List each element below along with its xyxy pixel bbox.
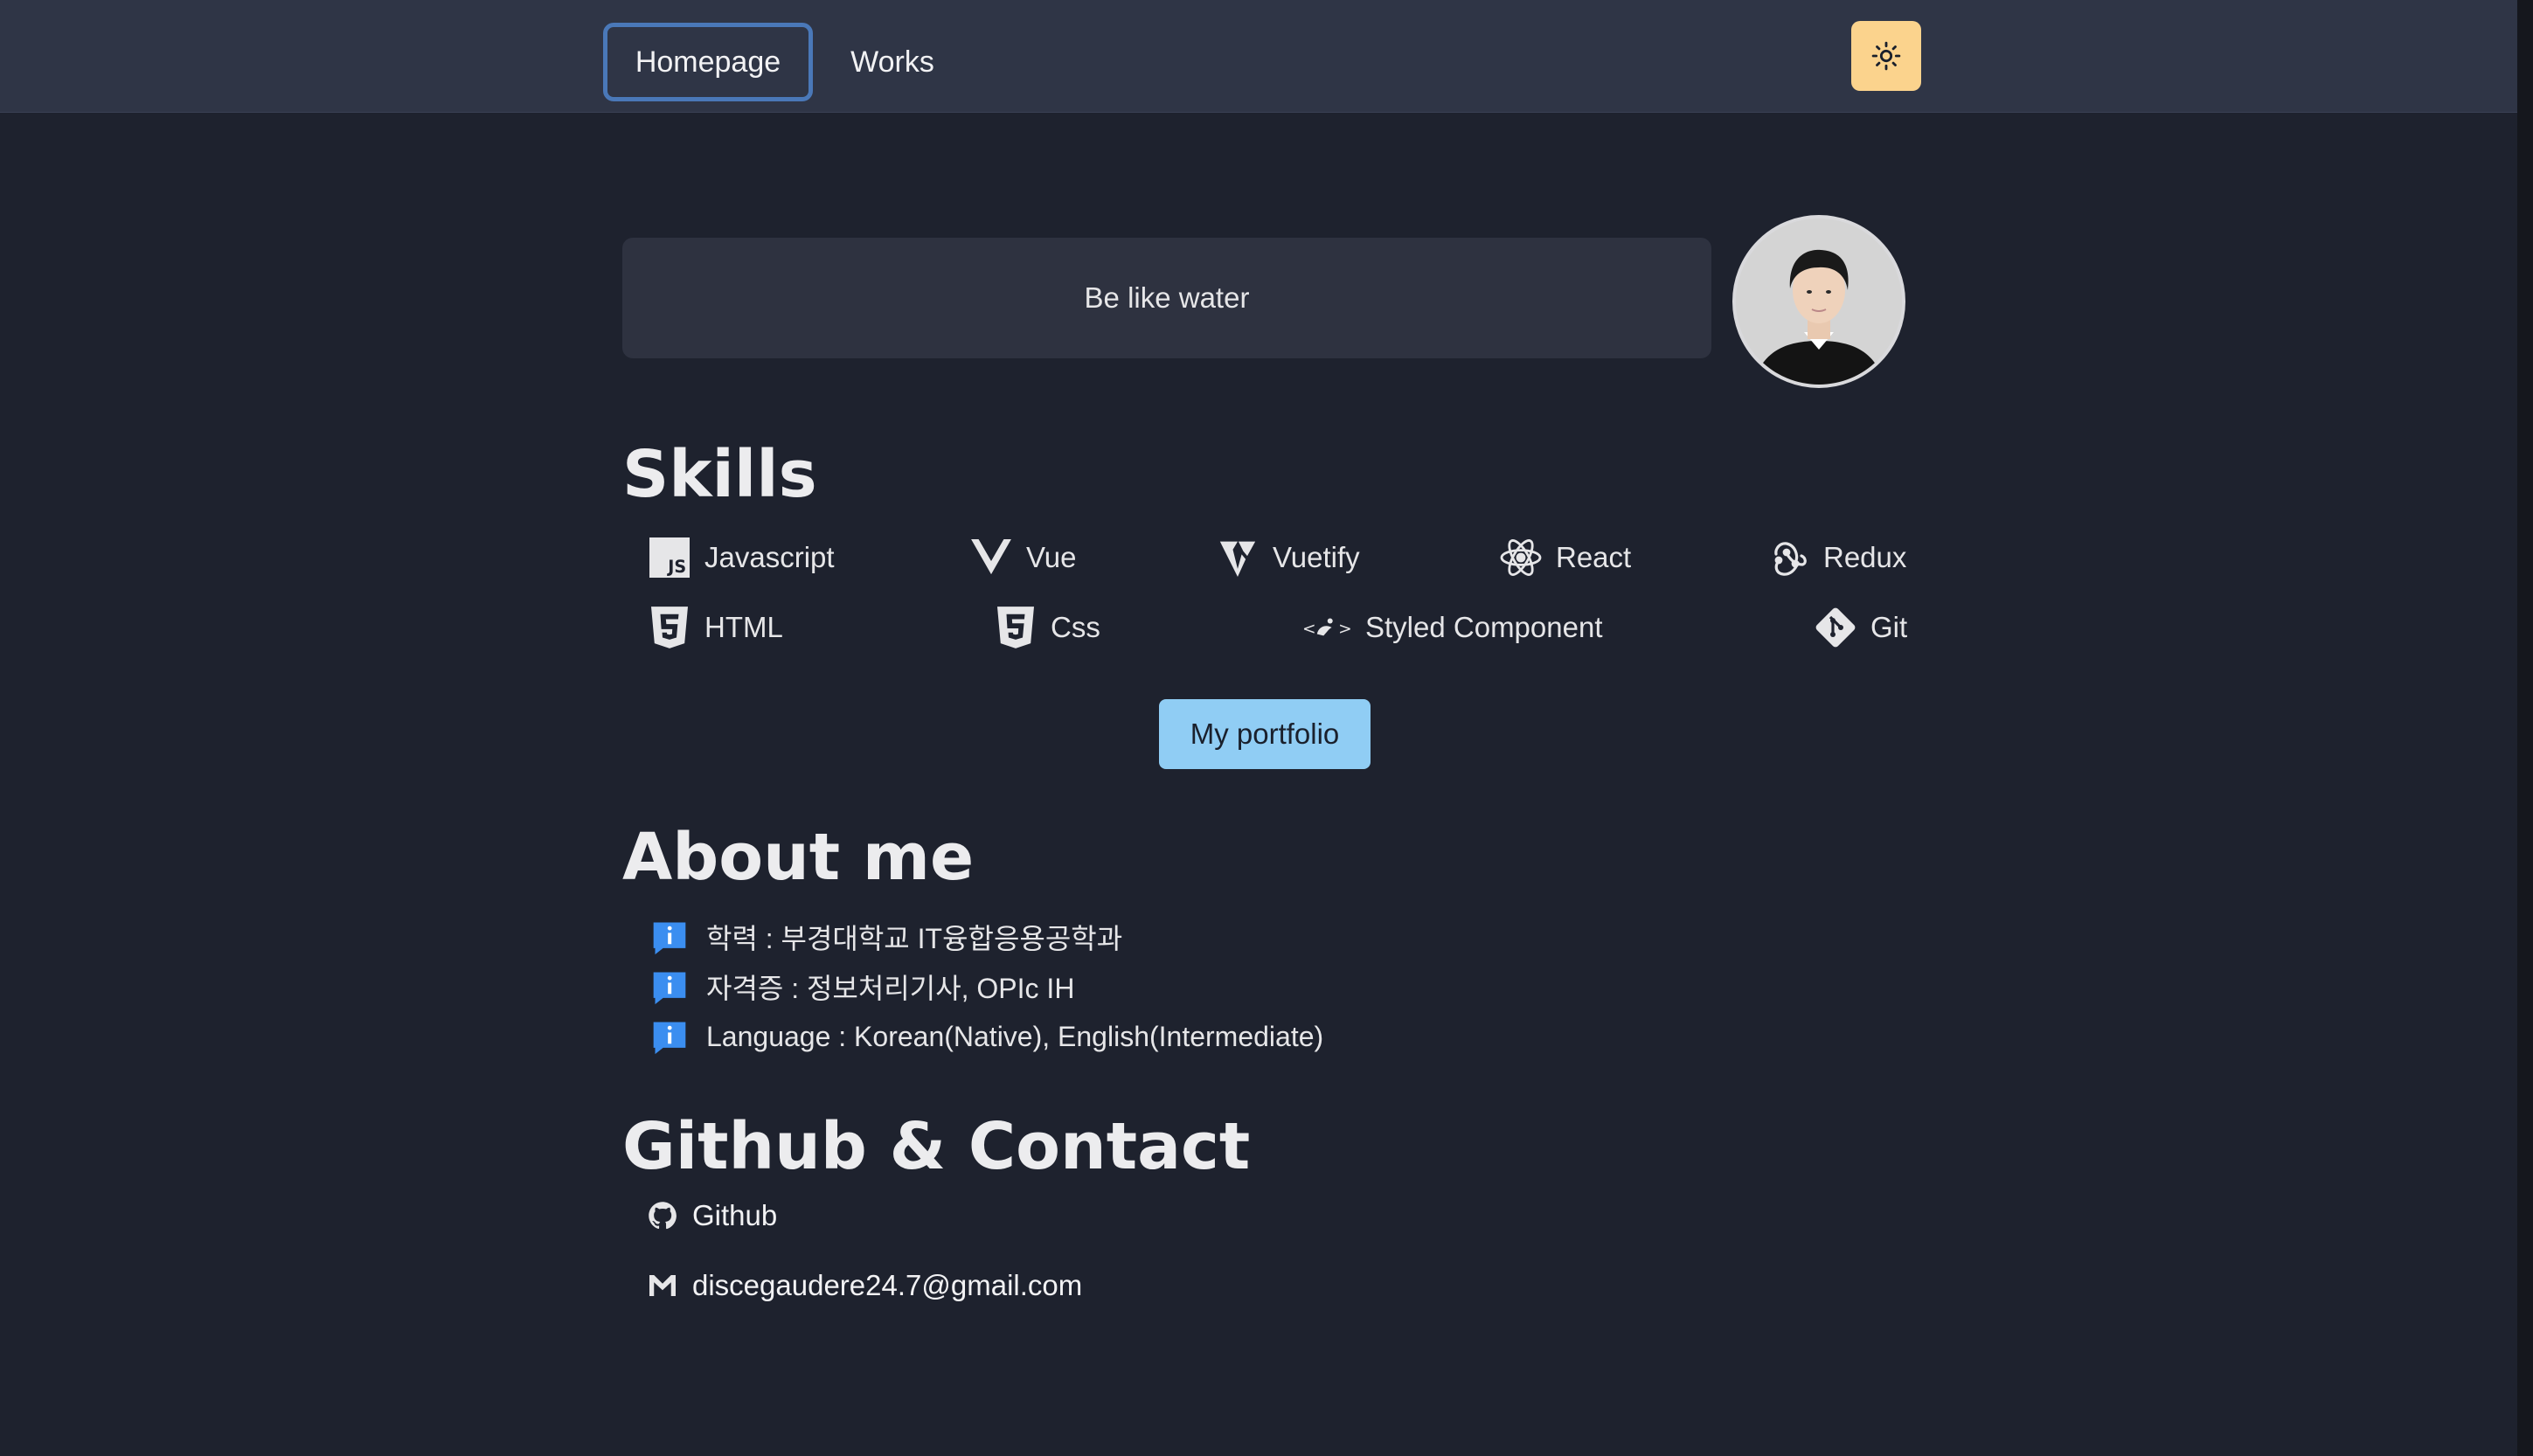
- git-icon: [1815, 607, 1856, 648]
- skill-label: Git: [1870, 611, 1908, 643]
- about-item-text: Language : Korean(Native), English(Inter…: [706, 1020, 1324, 1052]
- skill-label: Vue: [1026, 541, 1077, 573]
- nav-works-link[interactable]: Works: [837, 23, 947, 101]
- vuetify-icon: [1217, 537, 1259, 579]
- navbar: Homepage Works: [0, 0, 2533, 113]
- theme-toggle-button[interactable]: [1851, 21, 1921, 91]
- skill-vuetify: Vuetify: [1217, 537, 1360, 579]
- skill-git: Git: [1815, 607, 1907, 648]
- nav-homepage-link[interactable]: Homepage: [603, 23, 813, 101]
- react-icon: [1500, 537, 1542, 579]
- avatar: [1732, 215, 1905, 388]
- gmail-icon: [649, 1275, 676, 1296]
- javascript-icon: JS: [649, 537, 691, 579]
- github-icon: [649, 1202, 677, 1230]
- skill-label: React: [1556, 541, 1632, 573]
- window-edge: [2517, 0, 2533, 1456]
- info-icon: [653, 922, 686, 955]
- about-item-education: 학력 : 부경대학교 IT융합응용공학과: [650, 917, 1122, 957]
- skill-redux: Redux: [1767, 537, 1906, 579]
- skill-styled-component: < > Styled Component: [1302, 607, 1603, 648]
- vue-icon: [970, 537, 1012, 579]
- skill-react: React: [1500, 537, 1631, 579]
- styled-components-icon: < >: [1302, 607, 1351, 648]
- svg-text:>: >: [1338, 620, 1351, 638]
- skill-label: Vuetify: [1273, 541, 1360, 573]
- info-icon: [653, 1022, 686, 1055]
- skills-heading: Skills: [622, 437, 817, 512]
- about-item-text: 자격증 : 정보처리기사, OPIc IH: [706, 973, 1075, 1004]
- skill-html: HTML: [649, 607, 783, 648]
- info-icon: [653, 972, 686, 1005]
- github-link[interactable]: Github: [647, 1199, 777, 1232]
- github-label: Github: [692, 1199, 778, 1231]
- svg-text:<: <: [1302, 620, 1316, 638]
- my-portfolio-button[interactable]: My portfolio: [1159, 699, 1371, 769]
- skill-css: Css: [995, 607, 1100, 648]
- sun-icon: [1871, 41, 1901, 71]
- redux-icon: [1767, 537, 1809, 579]
- about-item-text: 학력 : 부경대학교 IT융합응용공학과: [706, 923, 1123, 954]
- skill-vue: Vue: [970, 537, 1077, 579]
- github-contact-heading: Github & Contact: [622, 1109, 1251, 1184]
- skill-label: Redux: [1823, 541, 1907, 573]
- html5-icon: [649, 607, 691, 648]
- about-heading: About me: [622, 820, 975, 895]
- email-label: discegaudere24.7@gmail.com: [692, 1269, 1083, 1301]
- css3-icon: [995, 607, 1037, 648]
- about-item-certificates: 자격증 : 정보처리기사, OPIc IH: [650, 967, 1074, 1007]
- skill-javascript: JS Javascript: [649, 537, 835, 579]
- email-link[interactable]: discegaudere24.7@gmail.com: [647, 1269, 1082, 1302]
- skill-label: Javascript: [704, 541, 835, 573]
- quote-text: Be like water: [1084, 281, 1250, 314]
- skill-label: Css: [1051, 611, 1100, 643]
- svg-text:JS: JS: [666, 557, 686, 577]
- about-item-language: Language : Korean(Native), English(Inter…: [650, 1017, 1323, 1056]
- skill-label: HTML: [704, 611, 783, 643]
- quote-box: Be like water: [622, 238, 1711, 358]
- skill-label: Styled Component: [1365, 611, 1603, 643]
